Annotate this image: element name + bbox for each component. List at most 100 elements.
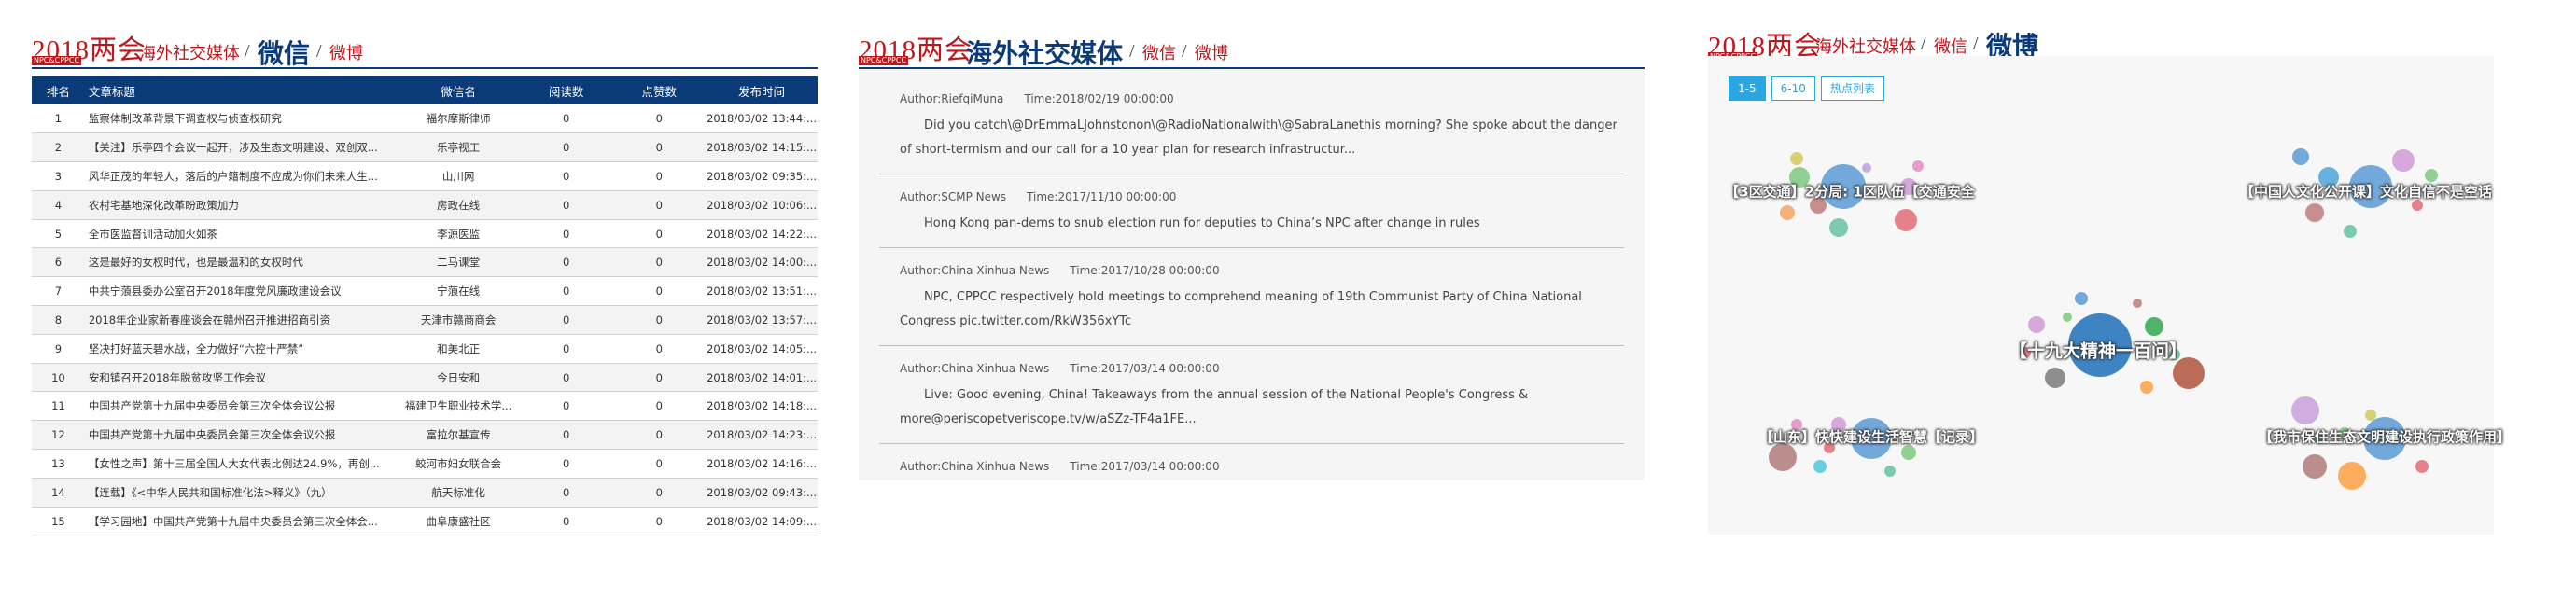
row-title[interactable]: 2018年企业家新春座谈会在赣州召开推进招商引资 xyxy=(85,306,398,335)
row-rank: 5 xyxy=(54,227,63,241)
topic-bubble[interactable] xyxy=(2140,381,2153,394)
topic-bubble[interactable] xyxy=(2028,316,2045,333)
tab-6-10[interactable]: 6-10 xyxy=(1771,76,1815,101)
post-item[interactable]: Author:China Xinhua News Time:2017/03/14 … xyxy=(879,457,1624,480)
table-row[interactable]: 14 【连载】《<中华人民共和国标准化法>释义》（九） 航天标准化 0 0 2018/03… xyxy=(32,478,818,508)
topic-bubble[interactable] xyxy=(2133,299,2142,308)
row-wechat-name: 和美北正 xyxy=(437,341,481,355)
row-wechat-name: 航天标准化 xyxy=(431,485,485,499)
row-title[interactable]: 中共宁蒗县委办公室召开2018年度党风廉政建设会议 xyxy=(85,277,398,306)
table-row[interactable]: 4 农村宅基地深化改革盼政策加力 房政在线 0 0 2018/03/02 10:06:..… xyxy=(32,190,818,220)
wechat-header: 2018两会 NPC&CPPCC 海外社交媒体 / 微信 / 微博 xyxy=(32,0,818,69)
topic-bubble[interactable] xyxy=(2425,169,2438,182)
topic-bubble[interactable] xyxy=(2415,460,2429,473)
row-title[interactable]: 全市医监督训活动加火如茶 xyxy=(85,219,398,248)
table-row[interactable]: 10 安和镇召开2018年脱贫攻坚工作会议 今日安和 0 0 2018/03/02 14:… xyxy=(32,363,818,392)
topic-bubble[interactable] xyxy=(2303,454,2327,479)
col-likes: 点赞数 xyxy=(641,84,678,99)
topic-bubble[interactable] xyxy=(2344,225,2357,238)
row-wechat-name: 乐亭视工 xyxy=(437,141,481,155)
topic-bubble[interactable] xyxy=(2145,317,2163,336)
topic-bubble[interactable] xyxy=(1884,466,1896,477)
table-row[interactable]: 2 【关注】乐亭四个会议一起开，涉及生态文明建设、双创双... 乐亭视工 0 0 2018… xyxy=(32,132,818,162)
row-likes: 0 xyxy=(655,285,663,299)
topic-bubble[interactable] xyxy=(1790,152,1803,165)
table-row[interactable]: 15 【学习园地】中国共产党第十九届中央委员会第三次全体会... 曲阜康盛社区 0 0 2… xyxy=(32,507,818,536)
bubble-label[interactable]: 【3区交通】2分局: 1区队伍【交通安全 xyxy=(1725,182,1975,202)
col-time: 发布时间 xyxy=(738,84,786,99)
row-likes: 0 xyxy=(655,341,663,355)
topic-bubble[interactable] xyxy=(1813,460,1827,473)
table-row[interactable]: 5 全市医监督训活动加火如茶 李源医监 0 0 2018/03/02 14:22:... xyxy=(32,219,818,248)
row-time: 2018/03/02 13:57:... xyxy=(707,313,817,327)
topic-bubble[interactable] xyxy=(1769,443,1797,471)
post-text: Live: Good evening, China! Takeaways fro… xyxy=(900,388,1529,426)
table-row[interactable]: 9 坚决打好蓝天碧水战，全力做好“六控十严禁” 和美北正 0 0 2018/03/02 1… xyxy=(32,334,818,364)
post-item[interactable]: Author:China Xinhua News Time:2017/10/28 … xyxy=(879,261,1624,346)
row-rank: 6 xyxy=(54,256,63,270)
row-reads: 0 xyxy=(563,256,570,270)
row-title[interactable]: 这是最好的女权时代，也是最温和的女权时代 xyxy=(85,248,398,277)
header-title-weibo: 微博 xyxy=(329,44,363,63)
row-title[interactable]: 风华正茂的年轻人，落后的户籍制度不应成为你们未来人生... xyxy=(85,162,398,191)
topic-bubble[interactable] xyxy=(2063,313,2072,322)
row-title[interactable]: 坚决打好蓝天碧水战，全力做好“六控十严禁” xyxy=(85,334,398,363)
post-time: Time:2018/02/19 00:00:00 xyxy=(1024,92,1174,105)
row-time: 2018/03/02 14:05:... xyxy=(707,341,817,355)
bubble-label-main[interactable]: 【十九大精神一百问】 xyxy=(2009,338,2187,363)
topic-bubble[interactable] xyxy=(1829,218,1848,237)
post-item[interactable]: Author:SCMP News Time:2017/11/10 00:00:00… xyxy=(879,188,1624,248)
row-time: 2018/03/02 10:06:... xyxy=(707,198,817,212)
tab-1-5[interactable]: 1-5 xyxy=(1729,76,1766,101)
post-item[interactable]: Author:RiefqiMuna Time:2018/02/19 00:00:0… xyxy=(879,90,1624,174)
tab-hot-list[interactable]: 热点列表 xyxy=(1820,76,1884,101)
row-reads: 0 xyxy=(563,141,570,155)
topic-bubble[interactable] xyxy=(2291,396,2319,424)
row-title[interactable]: 【学习园地】中国共产党第十九届中央委员会第三次全体会... xyxy=(85,507,398,536)
row-title[interactable]: 【女性之声】第十三届全国人大女代表比例达24.9%，再创... xyxy=(85,450,398,479)
topic-bubble[interactable] xyxy=(1912,160,1924,172)
post-author: Author:SCMP News xyxy=(900,190,1007,203)
post-item[interactable]: Author:China Xinhua News Time:2017/03/14 … xyxy=(879,359,1624,444)
row-reads: 0 xyxy=(563,112,570,126)
topic-bubble[interactable] xyxy=(2305,203,2324,222)
table-row[interactable]: 12 中国共产党第十九届中央委员会第三次全体会议公报 富拉尔基宣传 0 0 2018/03… xyxy=(32,420,818,450)
topic-bubble[interactable] xyxy=(2338,462,2366,490)
row-title[interactable]: 【连载】《<中华人民共和国标准化法>释义》（九） xyxy=(85,478,398,507)
row-title[interactable]: 农村宅基地深化改革盼政策加力 xyxy=(85,190,398,219)
topic-bubble[interactable] xyxy=(2292,148,2309,165)
topic-bubble[interactable] xyxy=(1901,445,1916,460)
table-row[interactable]: 8 2018年企业家新春座谈会在赣州召开推进招商引资 天津市赣商商会 0 0 2018/0… xyxy=(32,305,818,335)
bubble-label[interactable]: 【山东】快快建设生活智慧【记录】 xyxy=(1759,427,1983,447)
topic-bubble[interactable] xyxy=(1862,163,1871,173)
row-likes: 0 xyxy=(655,169,663,183)
row-reads: 0 xyxy=(563,514,570,528)
topic-bubble[interactable] xyxy=(2412,200,2423,211)
row-title[interactable]: 中国共产党第十九届中央委员会第三次全体会议公报 xyxy=(85,421,398,450)
header-title-weibo: 微博 xyxy=(1195,44,1228,63)
table-row[interactable]: 13 【女性之声】第十三届全国人大女代表比例达24.9%，再创... 蛟河市妇女联合… xyxy=(32,450,818,479)
row-title[interactable]: 中国共产党第十九届中央委员会第三次全体会议公报 xyxy=(85,392,398,421)
posts-list[interactable]: Author:RiefqiMuna Time:2018/02/19 00:00:0… xyxy=(859,69,1645,480)
row-likes: 0 xyxy=(655,485,663,499)
topic-bubble[interactable] xyxy=(2045,368,2065,388)
table-row[interactable]: 11 中国共产党第十九届中央委员会第三次全体会议公报 福建卫生职业技术学... 0 0 2… xyxy=(32,392,818,421)
topic-bubble[interactable] xyxy=(2075,292,2088,305)
header-title-social: 海外社交媒体 xyxy=(966,40,1124,69)
bubble-label[interactable]: 【中国人文化公开课】文化自信不是空话 xyxy=(2240,182,2492,202)
row-title[interactable]: 安和镇召开2018年脱贫攻坚工作会议 xyxy=(85,363,398,392)
table-row[interactable]: 6 这是最好的女权时代，也是最温和的女权时代 二马课堂 0 0 2018/03/02 14… xyxy=(32,247,818,277)
row-title[interactable]: 监察体制改革背景下调查权与侦查权研究 xyxy=(85,104,398,133)
row-reads: 0 xyxy=(563,169,570,183)
row-reads: 0 xyxy=(563,285,570,299)
row-likes: 0 xyxy=(655,428,663,442)
table-row[interactable]: 3 风华正茂的年轻人，落后的户籍制度不应成为你们未来人生... 山川网 0 0 2018/… xyxy=(32,162,818,191)
bubble-label[interactable]: 【我市保住生态文明建设执行政策作用】 xyxy=(2259,427,2511,447)
topic-bubble[interactable] xyxy=(1895,209,1917,231)
topic-bubble[interactable] xyxy=(1780,205,1795,220)
topic-bubble[interactable] xyxy=(2365,410,2376,421)
topic-bubble[interactable] xyxy=(2392,149,2415,172)
row-title[interactable]: 【关注】乐亭四个会议一起开，涉及生态文明建设、双创双... xyxy=(85,133,398,162)
table-row[interactable]: 7 中共宁蒗县委办公室召开2018年度党风廉政建设会议 宁蒗在线 0 0 2018/03/… xyxy=(32,277,818,306)
table-row[interactable]: 1 监察体制改革背景下调查权与侦查权研究 福尔摩斯律师 0 0 2018/03/02 13… xyxy=(32,104,818,133)
